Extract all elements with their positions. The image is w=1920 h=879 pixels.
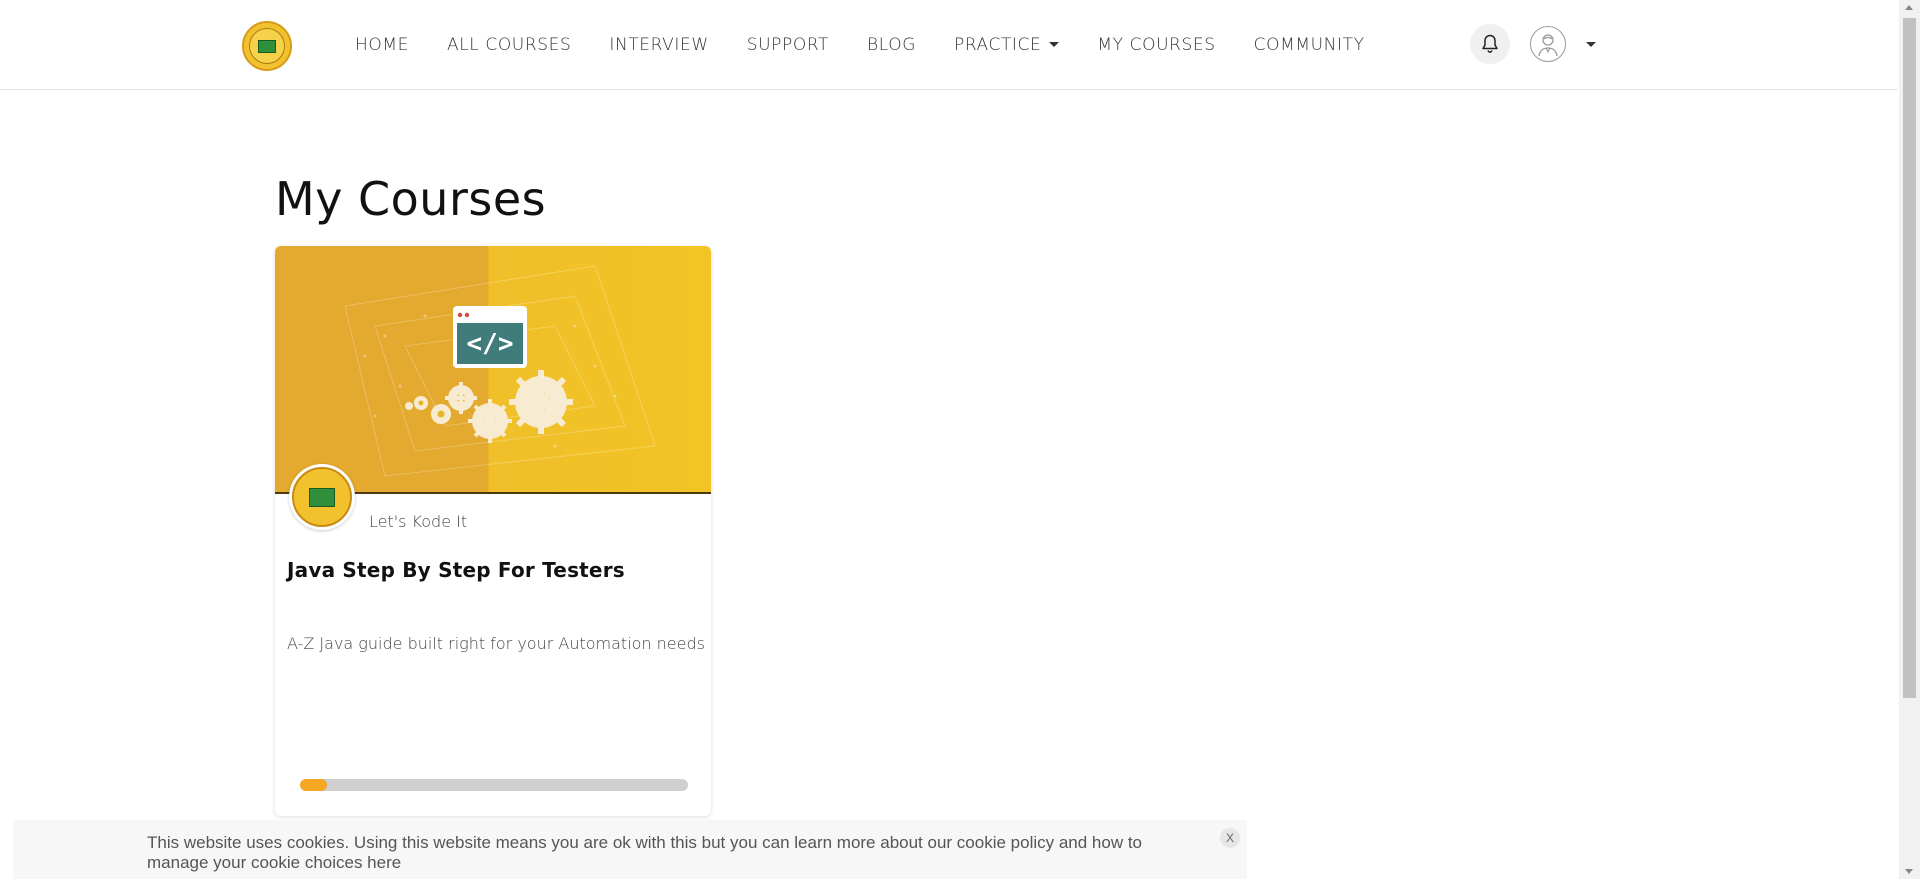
nav-support[interactable]: SUPPORT [747,35,829,55]
user-avatar-icon [1538,34,1558,57]
page-title: My Courses [275,172,547,226]
nav-all-courses[interactable]: ALL COURSES [447,35,571,55]
nav-home[interactable]: HOME [355,35,409,55]
user-avatar-button[interactable] [1530,26,1566,62]
scroll-thumb[interactable] [1903,18,1916,698]
chevron-down-icon [1049,42,1060,47]
nav-practice-dropdown[interactable]: PRACTICE [954,35,1060,55]
course-image[interactable]: </> [275,246,711,494]
bell-icon [1482,34,1498,53]
main-nav: HOME ALL COURSES INTERVIEW SUPPORT BLOG … [355,0,1403,89]
author-avatar [289,464,355,530]
cookie-close-button[interactable]: X [1220,828,1240,848]
course-progress-bar [300,779,688,791]
nav-interview[interactable]: INTERVIEW [609,35,708,55]
scroll-up-arrow-icon[interactable] [1905,5,1913,10]
cookie-banner: This website uses cookies. Using this we… [13,820,1247,879]
course-author: Let's Kode It [369,512,468,531]
cookie-message: This website uses cookies. Using this we… [147,833,1143,872]
course-title[interactable]: Java Step By Step For Testers [287,558,625,582]
logo-icon [249,28,285,64]
notifications-button[interactable] [1470,24,1510,64]
nav-my-courses[interactable]: MY COURSES [1097,35,1215,55]
page-scrollbar[interactable] [1899,0,1920,879]
course-description: A-Z Java guide built right for your Auto… [287,634,705,653]
top-navigation-bar: HOME ALL COURSES INTERVIEW SUPPORT BLOG … [0,0,1898,90]
lets-kode-it-logo-icon [292,467,352,527]
course-card[interactable]: </> Let's Kode It Java Step By Step For … [275,246,711,816]
scroll-down-arrow-icon[interactable] [1905,869,1913,874]
avatar-chevron-down-icon[interactable] [1586,42,1596,47]
site-logo[interactable] [242,21,292,71]
nav-blog[interactable]: BLOG [867,35,916,55]
svg-text:</>: </> [467,329,514,359]
course-progress-fill [300,779,328,791]
nav-community[interactable]: COMMUNITY [1254,35,1365,55]
code-gears-illustration-icon: </> [344,265,656,477]
